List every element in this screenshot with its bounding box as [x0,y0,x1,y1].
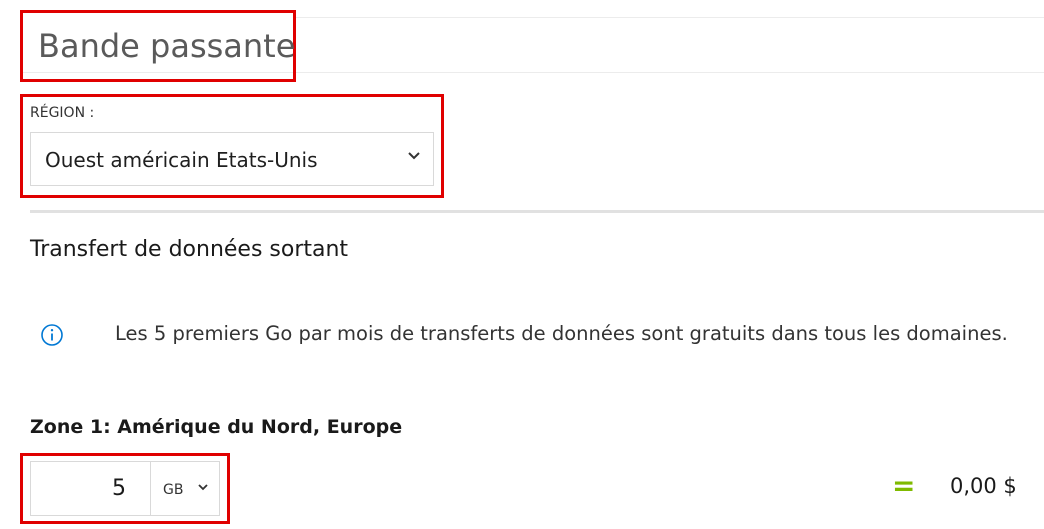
info-text: Les 5 premiers Go par mois de transferts… [115,322,1008,345]
section-heading-transfer: Transfert de données sortant [30,237,349,262]
chevron-down-icon [408,152,420,160]
region-label: RÉGION : [30,105,95,121]
unit-select-value: GB [163,482,184,498]
section-divider [30,210,1044,213]
region-select-value: Ouest américain Etats-Unis [45,148,318,172]
page-title: Bande passante [38,27,296,65]
region-select[interactable]: Ouest américain Etats-Unis [30,132,434,186]
quantity-input[interactable] [30,461,150,516]
pricing-calculator-page: Bande passante RÉGION : Ouest américain … [0,0,1044,529]
title-top-rule [296,17,1044,18]
info-icon [41,324,63,346]
equals-sign: = [892,469,916,502]
chevron-down-icon [198,484,208,491]
zone-heading: Zone 1: Amérique du Nord, Europe [30,416,403,438]
cost-value: 0,00 $ [950,474,1017,498]
unit-select[interactable]: GB [150,461,220,516]
